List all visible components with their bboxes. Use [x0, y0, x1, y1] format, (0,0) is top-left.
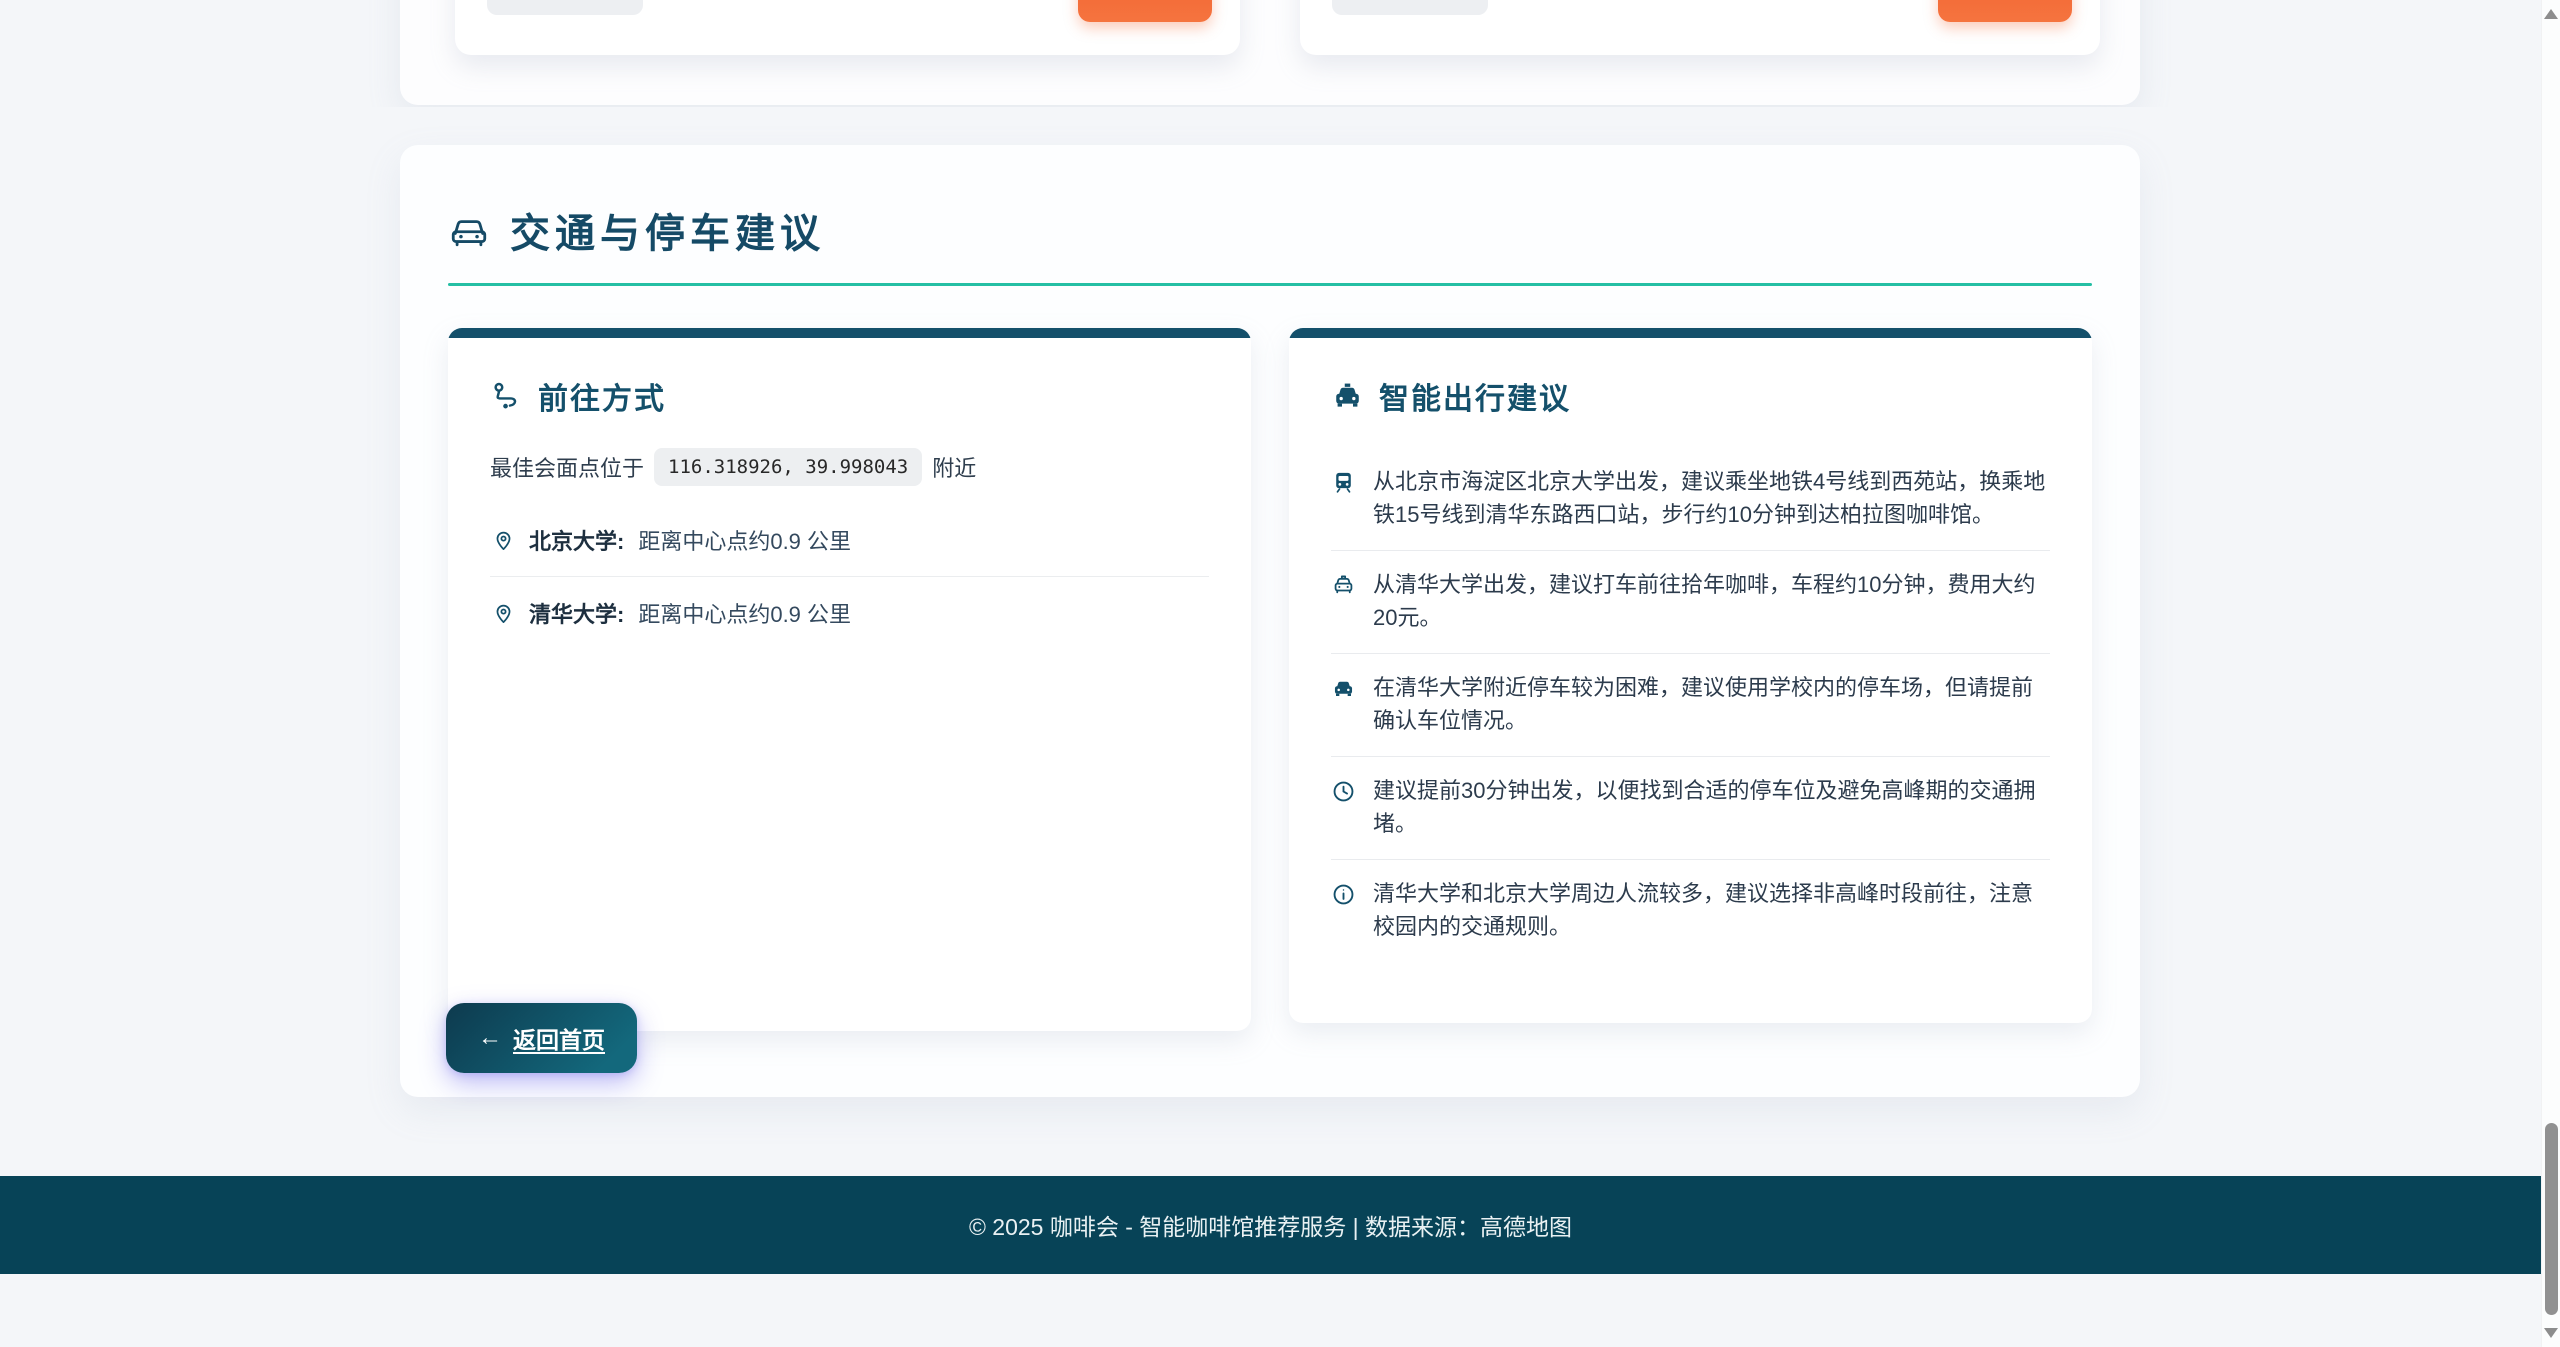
advice-item: 从清华大学出发，建议打车前往拾年咖啡，车程约10分钟，费用大约20元。	[1331, 551, 2050, 654]
metro-icon	[1331, 470, 1356, 495]
title-underline	[448, 283, 2092, 286]
left-arrow-icon: ←	[478, 1024, 502, 1052]
card-top-accent	[448, 328, 1251, 338]
back-home-label: 返回首页	[513, 1021, 605, 1055]
meeting-prefix: 最佳会面点位于	[490, 451, 644, 483]
cafe-action-button[interactable]	[1938, 0, 2072, 22]
coordinates-value: 116.318926, 39.998043	[654, 448, 922, 486]
cafe-card-partial	[1300, 0, 2100, 55]
location-row: 清华大学: 距离中心点约0.9 公里	[490, 577, 1209, 649]
map-pin-icon	[492, 602, 515, 625]
scroll-up-arrow[interactable]	[2544, 9, 2558, 19]
car-icon	[1331, 676, 1356, 701]
map-pin-icon	[492, 529, 515, 552]
cafe-badge	[487, 0, 643, 15]
scroll-down-arrow[interactable]	[2544, 1328, 2558, 1338]
cafe-badge	[1332, 0, 1488, 15]
taxi-icon	[1331, 573, 1356, 598]
location-name: 清华大学:	[529, 597, 624, 629]
travel-card-header: 前往方式	[490, 374, 1209, 418]
page: 交通与停车建议 前往方式 最佳会面点位于	[0, 0, 2560, 1347]
scrollbar-thumb[interactable]	[2545, 1123, 2558, 1315]
location-list: 北京大学: 距离中心点约0.9 公里 清华大学: 距离中心点约0.9 公里	[490, 504, 1209, 649]
meeting-suffix: 附近	[932, 451, 976, 483]
car-front-icon	[448, 209, 490, 251]
location-name: 北京大学:	[529, 524, 624, 556]
section-title-row: 交通与停车建议	[448, 201, 2092, 259]
cafe-card-partial	[455, 0, 1240, 55]
advice-text: 建议提前30分钟出发，以便找到合适的停车位及避免高峰期的交通拥堵。	[1373, 774, 2050, 840]
card-top-accent	[1289, 328, 2092, 338]
location-row: 北京大学: 距离中心点约0.9 公里	[490, 504, 1209, 577]
smart-travel-advice-card: 智能出行建议 从北京市海淀区北京大学出发，建议乘坐地铁4号线到西苑站	[1289, 328, 2092, 1023]
vertical-scrollbar[interactable]	[2541, 0, 2560, 1347]
footer-text: © 2025 咖啡会 - 智能咖啡馆推荐服务 | 数据来源：高德地图	[969, 1208, 1572, 1242]
advice-list: 从北京市海淀区北京大学出发，建议乘坐地铁4号线到西苑站，换乘地铁15号线到清华东…	[1331, 448, 2050, 962]
advice-text: 在清华大学附近停车较为困难，建议使用学校内的停车场，但请提前确认车位情况。	[1373, 671, 2050, 737]
advice-item: 清华大学和北京大学周边人流较多，建议选择非高峰时段前往，注意校园内的交通规则。	[1331, 860, 2050, 962]
travel-card-title: 前往方式	[538, 374, 666, 418]
info-icon	[1331, 882, 1356, 907]
advice-text: 清华大学和北京大学周边人流较多，建议选择非高峰时段前往，注意校园内的交通规则。	[1373, 877, 2050, 943]
advice-item: 建议提前30分钟出发，以便找到合适的停车位及避免高峰期的交通拥堵。	[1331, 757, 2050, 860]
page-title: 交通与停车建议	[510, 201, 825, 259]
advice-item: 从北京市海淀区北京大学出发，建议乘坐地铁4号线到西苑站，换乘地铁15号线到清华东…	[1331, 448, 2050, 551]
travel-methods-card: 前往方式 最佳会面点位于 116.318926, 39.998043 附近	[448, 328, 1251, 1031]
advice-item: 在清华大学附近停车较为困难，建议使用学校内的停车场，但请提前确认车位情况。	[1331, 654, 2050, 757]
clock-icon	[1331, 779, 1356, 804]
advice-card-header: 智能出行建议	[1331, 374, 2050, 418]
taxi-icon	[1331, 380, 1364, 413]
transport-section-card: 交通与停车建议 前往方式 最佳会面点位于	[400, 145, 2140, 1097]
advice-text: 从北京市海淀区北京大学出发，建议乘坐地铁4号线到西苑站，换乘地铁15号线到清华东…	[1373, 465, 2050, 531]
location-distance: 距离中心点约0.9 公里	[638, 524, 851, 556]
back-home-button[interactable]: ← 返回首页	[446, 1003, 637, 1073]
route-icon	[490, 380, 523, 413]
location-distance: 距离中心点约0.9 公里	[638, 597, 851, 629]
page-footer: © 2025 咖啡会 - 智能咖啡馆推荐服务 | 数据来源：高德地图	[0, 1176, 2541, 1274]
previous-section-partial	[0, 0, 2541, 107]
cafe-action-button[interactable]	[1078, 0, 1212, 22]
section-columns: 前往方式 最佳会面点位于 116.318926, 39.998043 附近	[448, 328, 2092, 1031]
meeting-point-line: 最佳会面点位于 116.318926, 39.998043 附近	[490, 448, 1209, 486]
advice-text: 从清华大学出发，建议打车前往拾年咖啡，车程约10分钟，费用大约20元。	[1373, 568, 2050, 634]
advice-card-title: 智能出行建议	[1379, 374, 1571, 418]
